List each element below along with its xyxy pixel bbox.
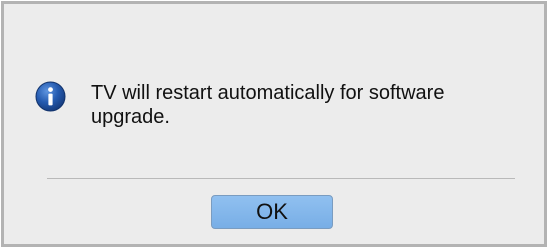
divider — [47, 178, 515, 179]
ok-button[interactable]: OK — [211, 195, 333, 229]
info-icon — [35, 81, 66, 112]
dialog-message: TV will restart automatically for softwa… — [91, 82, 445, 128]
restart-notice-dialog: TV will restart automatically for softwa… — [1, 1, 547, 247]
